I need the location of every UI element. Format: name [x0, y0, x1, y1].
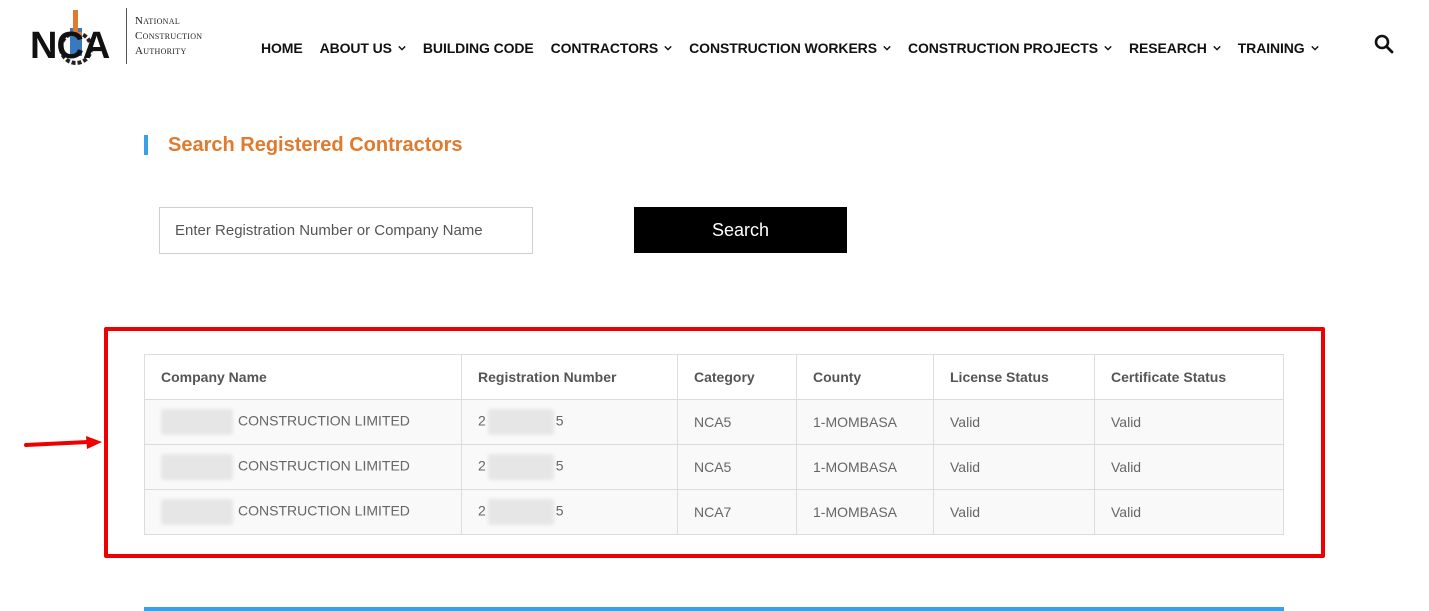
- site-header: NCA National Construction Authority HOME…: [0, 0, 1429, 90]
- main-nav: HOME ABOUT US BUILDING CODE CONTRACTORS …: [261, 38, 1336, 58]
- logo-text: National Construction Authority: [135, 14, 202, 59]
- nav-item-construction-workers[interactable]: CONSTRUCTION WORKERS: [689, 40, 891, 56]
- nav-item-building-code[interactable]: BUILDING CODE: [423, 40, 534, 56]
- logo-divider: [126, 8, 127, 64]
- nav-label: CONSTRUCTION PROJECTS: [907, 40, 1098, 56]
- search-input[interactable]: [159, 207, 533, 254]
- nav-item-contractors[interactable]: CONTRACTORS: [551, 40, 673, 56]
- logo-line-3: Authority: [135, 45, 187, 57]
- logo-line-1: National: [135, 15, 181, 27]
- nca-logo[interactable]: NCA National Construction Authority: [30, 6, 230, 66]
- nav-label: CONTRACTORS: [550, 40, 659, 56]
- section-heading: Search Registered Contractors: [144, 134, 463, 156]
- nav-item-research[interactable]: RESEARCH: [1129, 40, 1221, 56]
- chevron-down-icon: [1213, 45, 1221, 51]
- chevron-down-icon: [664, 45, 672, 51]
- chevron-down-icon: [883, 45, 891, 51]
- annotation-arrow-icon: [24, 436, 102, 449]
- nav-item-about-us[interactable]: ABOUT US: [320, 40, 406, 56]
- nav-label: ABOUT US: [319, 40, 392, 56]
- nav-label: CONSTRUCTION WORKERS: [689, 40, 877, 56]
- search-button[interactable]: Search: [634, 207, 847, 253]
- page-title: Search Registered Contractors: [168, 133, 463, 156]
- search-icon[interactable]: [1374, 34, 1394, 54]
- annotation-highlight-box: [104, 327, 1325, 558]
- heading-accent-bar: [144, 135, 148, 155]
- section-divider: [144, 607, 1284, 611]
- logo-mark: NCA: [30, 6, 122, 66]
- chevron-down-icon: [1310, 45, 1319, 51]
- chevron-down-icon: [1104, 45, 1112, 51]
- nav-item-home[interactable]: HOME: [261, 40, 303, 56]
- chevron-down-icon: [398, 45, 406, 51]
- nav-item-training[interactable]: TRAINING: [1238, 40, 1319, 56]
- nav-label: RESEARCH: [1128, 40, 1207, 56]
- nav-label: BUILDING CODE: [422, 40, 534, 56]
- nav-item-construction-projects[interactable]: CONSTRUCTION PROJECTS: [908, 40, 1112, 56]
- nav-label: HOME: [261, 40, 303, 56]
- nav-label: TRAINING: [1237, 40, 1305, 56]
- logo-line-2: Construction: [135, 30, 203, 42]
- logo-letters: NCA: [30, 25, 110, 67]
